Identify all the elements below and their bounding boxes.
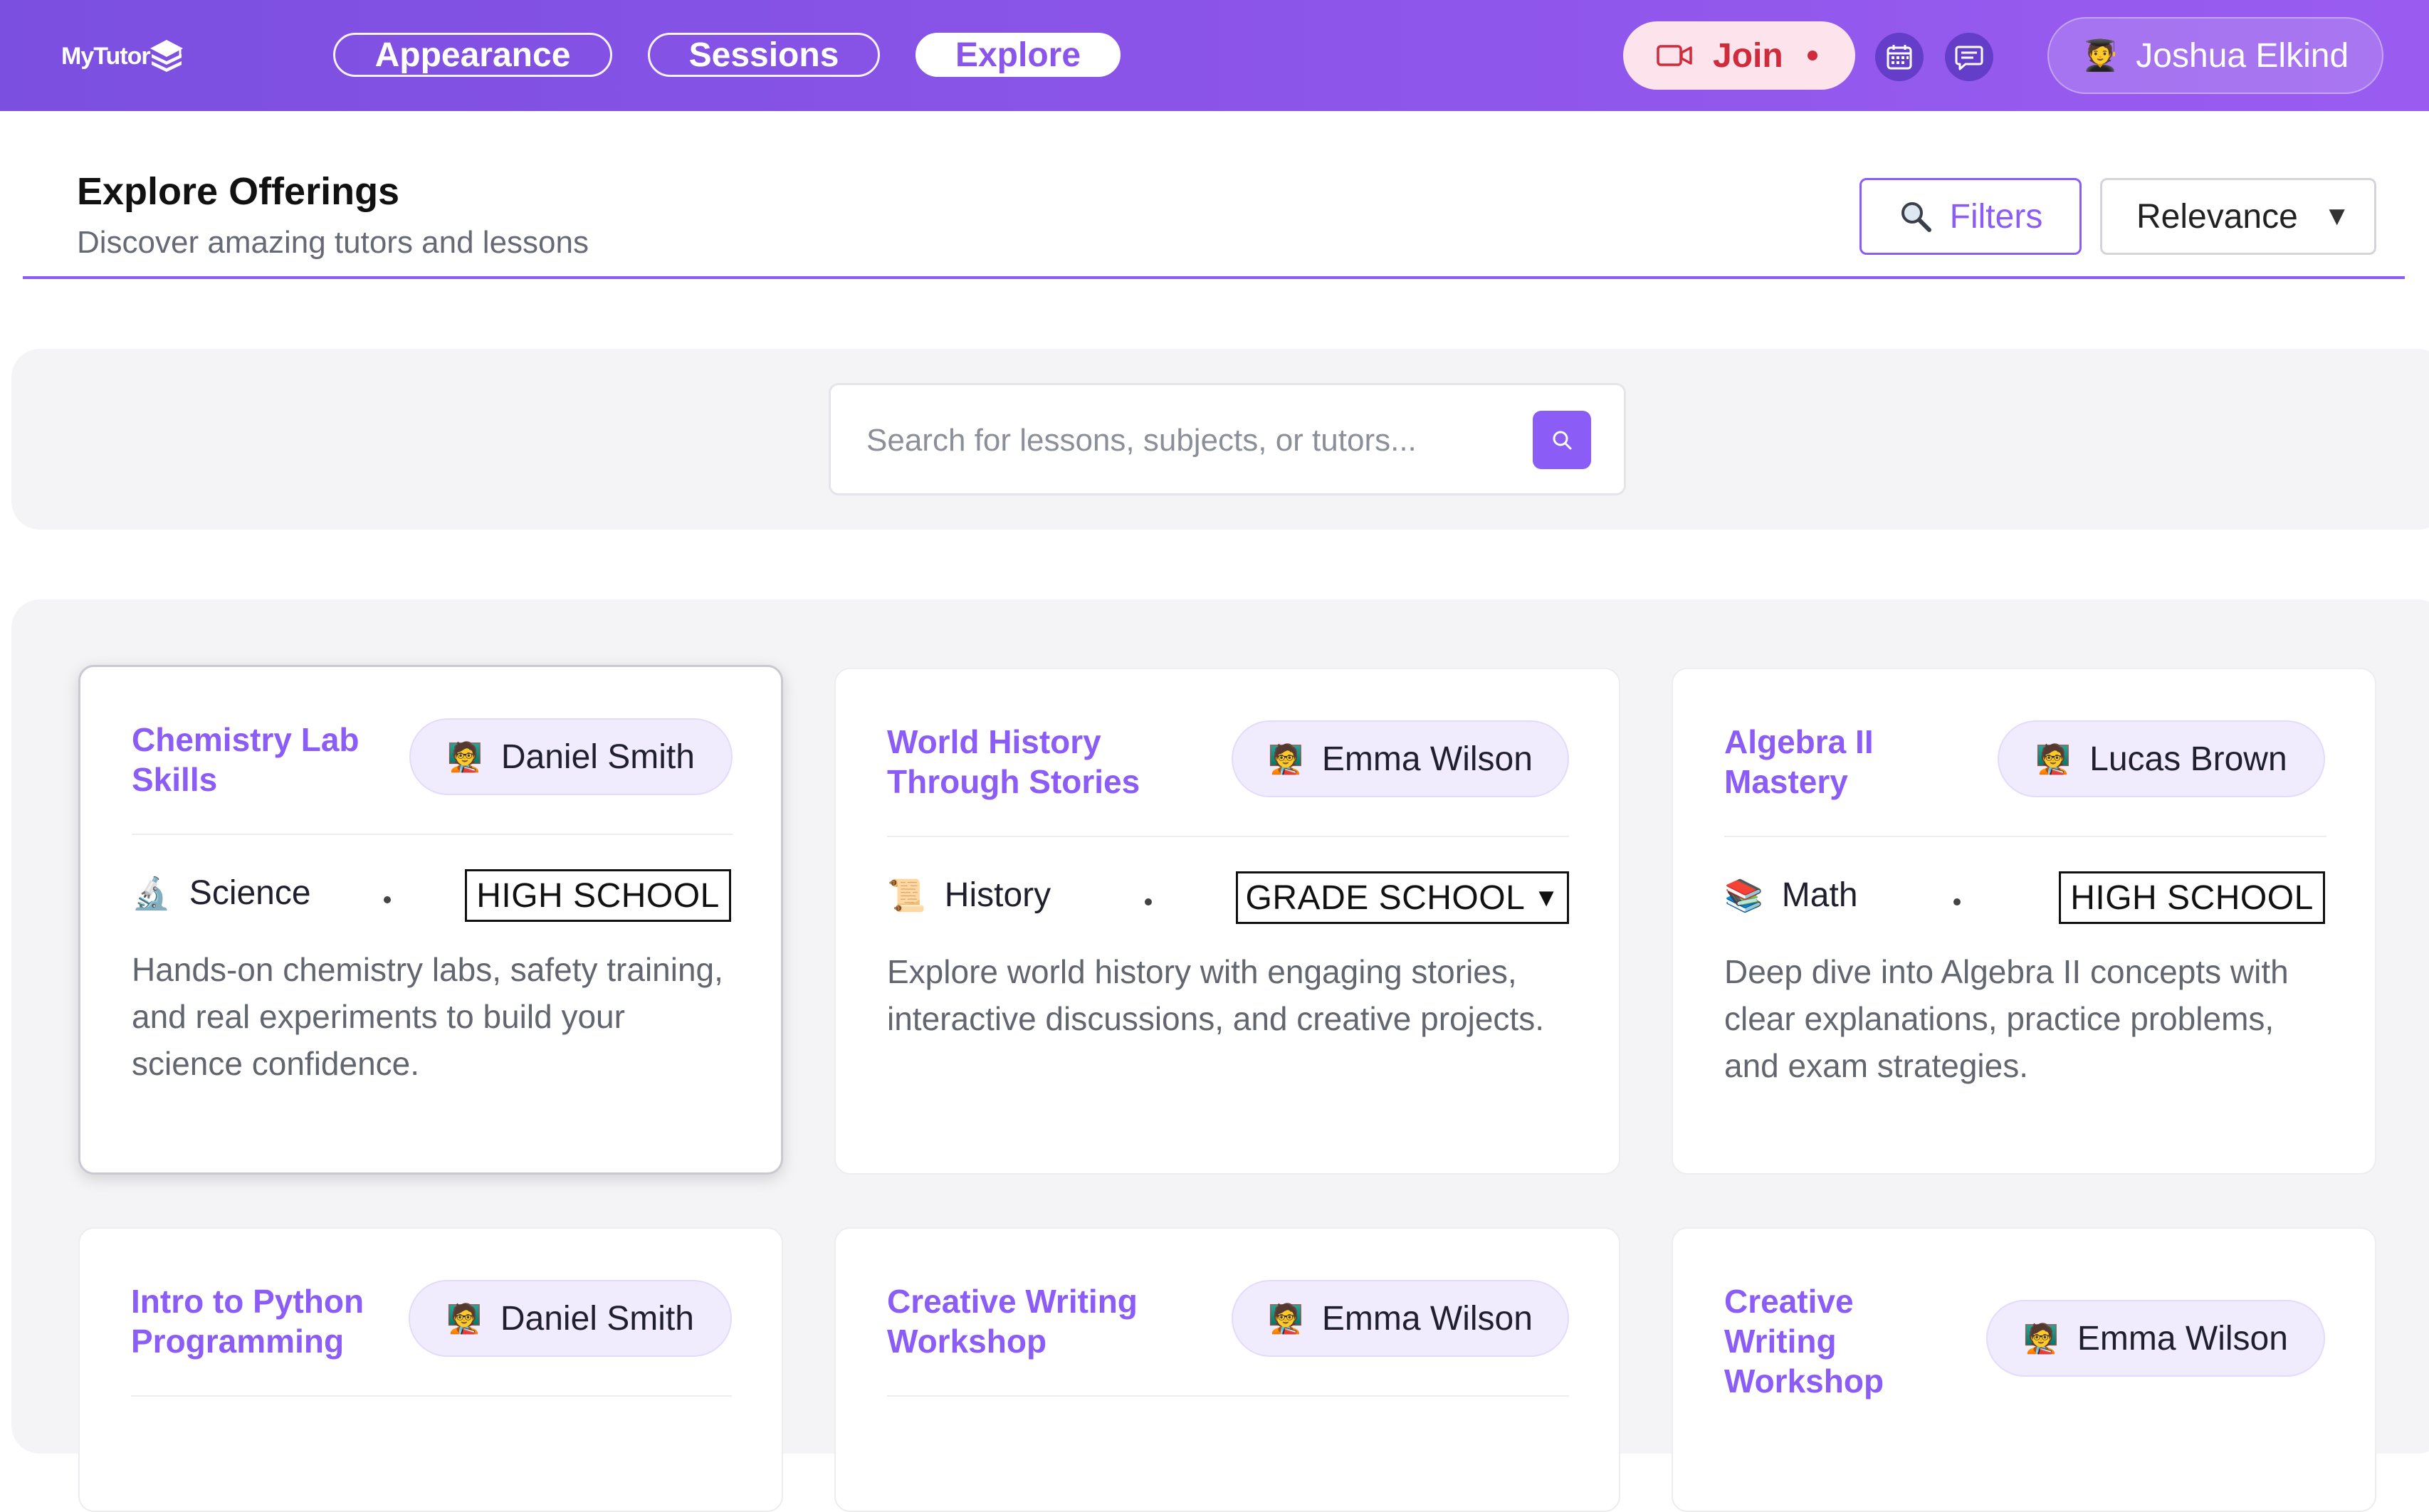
tutor-chip[interactable]: 🧑‍🏫 Emma Wilson xyxy=(1986,1300,2325,1377)
tutor-chip[interactable]: 🧑‍🏫 Emma Wilson xyxy=(1232,720,1569,797)
book-stack-icon xyxy=(149,40,183,72)
sort-label: Relevance xyxy=(2136,197,2298,236)
offering-title[interactable]: Creative Writing Workshop xyxy=(1724,1281,1938,1401)
page-title: Explore Offerings xyxy=(77,170,400,213)
offering-title[interactable]: Creative Writing Workshop xyxy=(887,1281,1172,1361)
search-input[interactable] xyxy=(865,418,1494,463)
tutor-chip[interactable]: 🧑‍🏫 Lucas Brown xyxy=(1998,720,2325,797)
card-divider xyxy=(887,836,1569,837)
subject-tag: 📜 History xyxy=(887,876,1051,915)
tab-appearance[interactable]: Appearance xyxy=(333,33,612,77)
subject-label: Math xyxy=(1781,876,1858,914)
offering-card[interactable]: Intro to Python Programming 🧑‍🏫 Daniel S… xyxy=(78,1227,783,1512)
card-divider xyxy=(887,1395,1569,1397)
calendar-button[interactable] xyxy=(1875,33,1924,81)
search-button[interactable] xyxy=(1533,411,1591,469)
subject-tag: 🔬 Science xyxy=(132,873,311,913)
card-divider xyxy=(131,1395,732,1397)
scroll-icon: 📜 xyxy=(887,878,926,913)
filters-label: Filters xyxy=(1949,197,2043,236)
user-profile-button[interactable]: 🧑‍🎓 Joshua Elkind xyxy=(2047,17,2383,94)
offering-title[interactable]: World History Through Stories xyxy=(887,722,1172,802)
tutor-chip[interactable]: 🧑‍🏫 Emma Wilson xyxy=(1232,1280,1569,1357)
chevron-down-icon: ▼ xyxy=(2323,201,2351,231)
tutor-name: Daniel Smith xyxy=(500,1299,694,1338)
level-dropdown[interactable]: GRADE SCHOOL ▼ xyxy=(1236,871,1569,924)
offering-description: Deep dive into Algebra II concepts with … xyxy=(1724,953,2289,1084)
chat-icon xyxy=(1955,46,1983,70)
sort-dropdown[interactable]: Relevance ▼ xyxy=(2100,178,2376,255)
magnifying-glass-icon xyxy=(1901,202,1931,232)
offering-description: Explore world history with engaging stor… xyxy=(887,953,1544,1037)
logo-text: MyTutor xyxy=(61,42,151,70)
offering-card[interactable]: World History Through Stories 🧑‍🏫 Emma W… xyxy=(834,668,1620,1175)
join-label: Join xyxy=(1713,36,1783,75)
calendar-icon xyxy=(1887,45,1912,70)
user-name: Joshua Elkind xyxy=(2136,36,2349,75)
tutor-name: Lucas Brown xyxy=(2089,740,2287,778)
offering-card[interactable]: Chemistry Lab Skills 🧑‍🏫 Daniel Smith 🔬 … xyxy=(78,665,783,1175)
separator-dot xyxy=(384,896,391,903)
subject-tag: 📚 Math xyxy=(1724,876,1858,915)
subject-label: Science xyxy=(189,874,311,912)
offering-card[interactable]: Creative Writing Workshop 🧑‍🏫 Emma Wilso… xyxy=(834,1227,1620,1512)
microscope-icon: 🔬 xyxy=(132,876,171,911)
level-label: HIGH SCHOOL xyxy=(2070,878,2314,917)
tutor-avatar: 🧑‍🏫 xyxy=(1268,1303,1303,1335)
chevron-down-icon: ▼ xyxy=(1533,883,1560,912)
level-label: HIGH SCHOOL xyxy=(476,876,720,915)
offering-card[interactable]: Algebra II Mastery 🧑‍🏫 Lucas Brown 📚 Mat… xyxy=(1672,668,2376,1175)
level-badge: HIGH SCHOOL xyxy=(465,869,731,922)
messages-button[interactable] xyxy=(1945,33,1993,81)
tutor-name: Daniel Smith xyxy=(500,737,695,776)
tutor-name: Emma Wilson xyxy=(1321,740,1533,778)
tutor-name: Emma Wilson xyxy=(2077,1319,2288,1358)
card-divider xyxy=(132,834,733,835)
separator-dot xyxy=(1953,898,1961,905)
filters-button[interactable]: Filters xyxy=(1859,178,2082,255)
tutor-avatar: 🧑‍🏫 xyxy=(446,1303,482,1335)
offering-title[interactable]: Intro to Python Programming xyxy=(131,1281,402,1361)
top-navigation-bar: MyTutor Appearance Sessions Explore Join xyxy=(0,0,2429,111)
app-logo[interactable]: MyTutor xyxy=(61,36,189,77)
offering-card[interactable]: Creative Writing Workshop 🧑‍🏫 Emma Wilso… xyxy=(1672,1227,2376,1512)
header-divider xyxy=(23,276,2405,279)
tab-explore[interactable]: Explore xyxy=(916,33,1121,77)
tutor-name: Emma Wilson xyxy=(1321,1299,1533,1338)
user-avatar: 🧑‍🎓 xyxy=(2082,38,2119,72)
tutor-chip[interactable]: 🧑‍🏫 Daniel Smith xyxy=(409,718,733,795)
level-badge: HIGH SCHOOL xyxy=(2059,871,2325,924)
offering-title[interactable]: Chemistry Lab Skills xyxy=(132,720,402,799)
level-label: GRADE SCHOOL xyxy=(1245,878,1526,917)
page-subtitle: Discover amazing tutors and lessons xyxy=(77,225,589,260)
live-indicator-dot xyxy=(1807,51,1817,61)
join-session-button[interactable]: Join xyxy=(1623,21,1855,90)
tutor-chip[interactable]: 🧑‍🏫 Daniel Smith xyxy=(409,1280,732,1357)
video-camera-icon xyxy=(1657,45,1692,66)
books-icon: 📚 xyxy=(1724,878,1763,913)
subject-label: History xyxy=(944,876,1051,914)
offering-title[interactable]: Algebra II Mastery xyxy=(1724,722,1938,802)
tutor-avatar: 🧑‍🏫 xyxy=(447,741,483,773)
offering-description: Hands-on chemistry labs, safety training… xyxy=(132,951,723,1082)
separator-dot xyxy=(1145,898,1152,905)
tutor-avatar: 🧑‍🏫 xyxy=(1268,743,1303,775)
search-box xyxy=(829,383,1626,495)
tutor-avatar: 🧑‍🏫 xyxy=(2023,1323,2059,1355)
tab-sessions[interactable]: Sessions xyxy=(648,33,880,77)
tutor-avatar: 🧑‍🏫 xyxy=(2035,743,2072,775)
search-icon xyxy=(1553,431,1572,450)
card-divider xyxy=(1724,836,2326,837)
